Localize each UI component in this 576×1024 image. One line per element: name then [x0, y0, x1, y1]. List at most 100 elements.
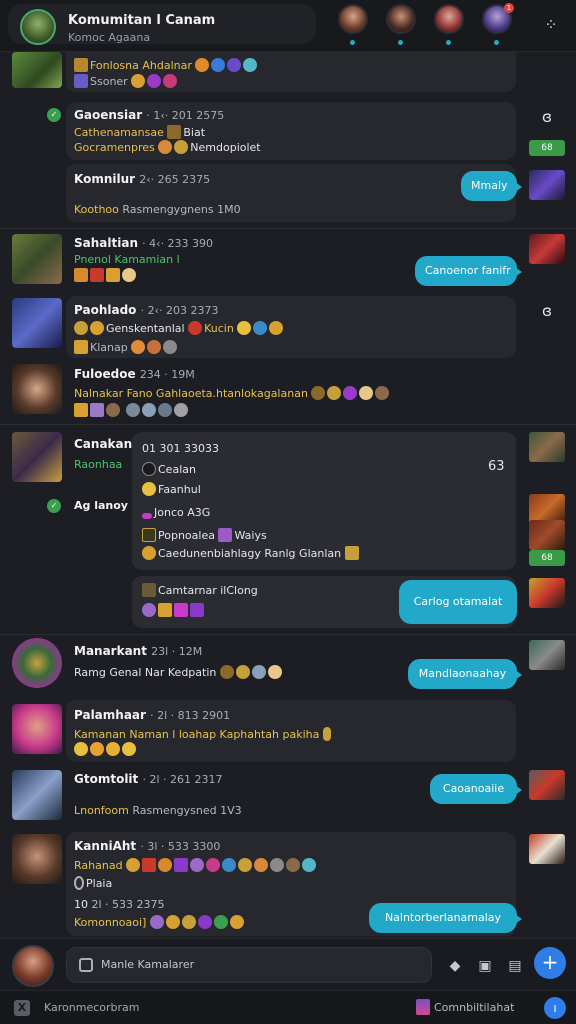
message-input[interactable]: Manle Kamalarer — [66, 947, 432, 983]
username[interactable]: Fuloedoe — [74, 367, 136, 381]
footer-right-label[interactable]: Comnbiltilahat — [434, 1001, 514, 1014]
user-avatar[interactable] — [12, 770, 62, 820]
emoji-icon — [227, 58, 242, 72]
user-avatar[interactable] — [12, 834, 62, 884]
emoji-icon — [327, 386, 342, 400]
emoji-icon — [254, 858, 269, 872]
emoji-icon — [122, 742, 136, 756]
emoji-icon — [267, 665, 282, 679]
emoji-icon — [106, 403, 120, 417]
emoji-icon — [142, 603, 156, 617]
username[interactable]: Palamhaar — [74, 708, 146, 722]
emoji-icon — [190, 858, 205, 872]
message-header: Canakan — [74, 437, 132, 451]
image-icon[interactable]: ▤ — [506, 957, 524, 975]
user-avatar[interactable] — [12, 52, 62, 88]
emoji-icon — [142, 462, 156, 476]
leaf-icon: ✓ — [47, 499, 61, 513]
message-header: Gaoensiar · 1‹· 201 2575 — [74, 108, 224, 122]
emoji-icon — [375, 386, 390, 400]
grid-icon[interactable]: ⁘ — [540, 14, 562, 36]
message-subheader: Ag lanoy — [74, 499, 128, 512]
add-button[interactable]: + — [534, 947, 566, 979]
emoji-icon — [142, 482, 156, 496]
my-avatar[interactable] — [12, 945, 54, 987]
media-thumbnail[interactable] — [529, 770, 565, 800]
media-thumbnail[interactable] — [529, 432, 565, 462]
attach-icon[interactable] — [79, 958, 93, 972]
reply-bubble[interactable]: Mmaly — [461, 171, 522, 201]
user-avatar[interactable] — [12, 298, 62, 348]
badge-icon — [74, 74, 88, 88]
emoji-icon — [90, 321, 104, 335]
emoji-icon — [158, 603, 172, 617]
count-tag: 68 — [529, 140, 565, 156]
user-avatar[interactable] — [12, 364, 62, 414]
reply-bubble[interactable]: Nalntorberlanamalay — [369, 903, 522, 933]
close-icon[interactable]: X — [14, 1000, 30, 1016]
timestamp: · 2l · 261 2317 — [142, 773, 223, 786]
footer-left-label[interactable]: Karonmecorbram — [44, 1001, 140, 1014]
sticker-icon[interactable]: ◆ — [446, 957, 464, 975]
reply-bubble[interactable]: Carlog otamalat — [399, 580, 517, 624]
media-thumbnail[interactable] — [529, 834, 565, 864]
username[interactable]: Komnilur — [74, 172, 135, 186]
username[interactable]: Canakan — [74, 437, 132, 451]
media-thumbnail[interactable] — [529, 578, 565, 608]
message-text: Raonhaa — [74, 458, 123, 471]
username[interactable]: Paohlado — [74, 303, 136, 317]
top-bar: Komumitan l Canam Komoc Agaana 1 ⁘ — [0, 0, 576, 52]
embed-item: Caedunenbiahlagy Ranlg Glanlan — [142, 546, 361, 560]
reaction-icon[interactable]: ɞ — [529, 302, 565, 326]
gif-icon[interactable]: ▣ — [476, 957, 494, 975]
app-icon — [416, 999, 430, 1015]
username[interactable]: KanniAht — [74, 839, 136, 853]
channel-header[interactable]: Komumitan l Canam Komoc Agaana — [8, 4, 316, 45]
reply-bubble[interactable]: Caoanoaiie — [430, 774, 522, 804]
message-header: Komnilur 2‹· 265 2375 — [74, 172, 210, 186]
embed-item: Jonco A3G — [142, 506, 210, 519]
online-user-avatar[interactable] — [338, 4, 368, 34]
username[interactable]: Sahaltian — [74, 236, 138, 250]
emoji-icon — [188, 321, 203, 335]
message-text: Pnenol Kamamian l — [74, 253, 180, 266]
emoji-row — [142, 603, 206, 617]
username[interactable]: Gaoensiar — [74, 108, 142, 122]
reaction-icon[interactable]: ɞ — [529, 108, 565, 132]
media-thumbnail[interactable] — [529, 520, 565, 550]
emoji-icon — [165, 915, 180, 929]
username[interactable]: Manarkant — [74, 644, 147, 658]
channel-title: Komumitan l Canam — [68, 13, 216, 28]
emoji-icon — [195, 58, 210, 72]
emoji-icon — [106, 268, 120, 282]
user-avatar[interactable] — [12, 234, 62, 284]
emoji-icon — [219, 665, 234, 679]
user-avatar[interactable] — [12, 432, 62, 482]
timestamp: · 2‹· 203 2373 — [140, 304, 219, 317]
emoji-icon — [253, 321, 268, 335]
user-avatar[interactable] — [12, 704, 62, 754]
username[interactable]: Gtomtolit — [74, 772, 138, 786]
emoji-icon — [344, 546, 359, 560]
online-user-avatar[interactable] — [434, 4, 464, 34]
message-text: Rahanad — [74, 858, 318, 872]
message-text: Gocramenpres Nemdopiolet — [74, 140, 261, 154]
chat-app: Komumitan l Canam Komoc Agaana 1 ⁘ Fonlo… — [0, 0, 576, 1024]
media-thumbnail[interactable] — [529, 640, 565, 670]
user-avatar[interactable] — [12, 638, 62, 688]
online-user-avatar[interactable] — [386, 4, 416, 34]
reply-bubble[interactable]: Canoenor fanifr — [415, 256, 522, 286]
media-thumbnail[interactable] — [529, 170, 565, 200]
emoji-icon — [311, 386, 326, 400]
online-indicator — [350, 40, 355, 45]
emoji-icon — [286, 858, 301, 872]
online-indicator — [494, 40, 499, 45]
info-icon[interactable]: ı — [544, 997, 566, 1019]
emoji-icon — [74, 742, 88, 756]
emoji-icon — [197, 915, 212, 929]
media-thumbnail[interactable] — [529, 234, 565, 264]
reply-bubble[interactable]: Mandlaonaahay — [408, 659, 522, 689]
emoji-icon — [163, 74, 178, 88]
emoji-icon — [74, 268, 88, 282]
emoji-icon — [238, 858, 253, 872]
